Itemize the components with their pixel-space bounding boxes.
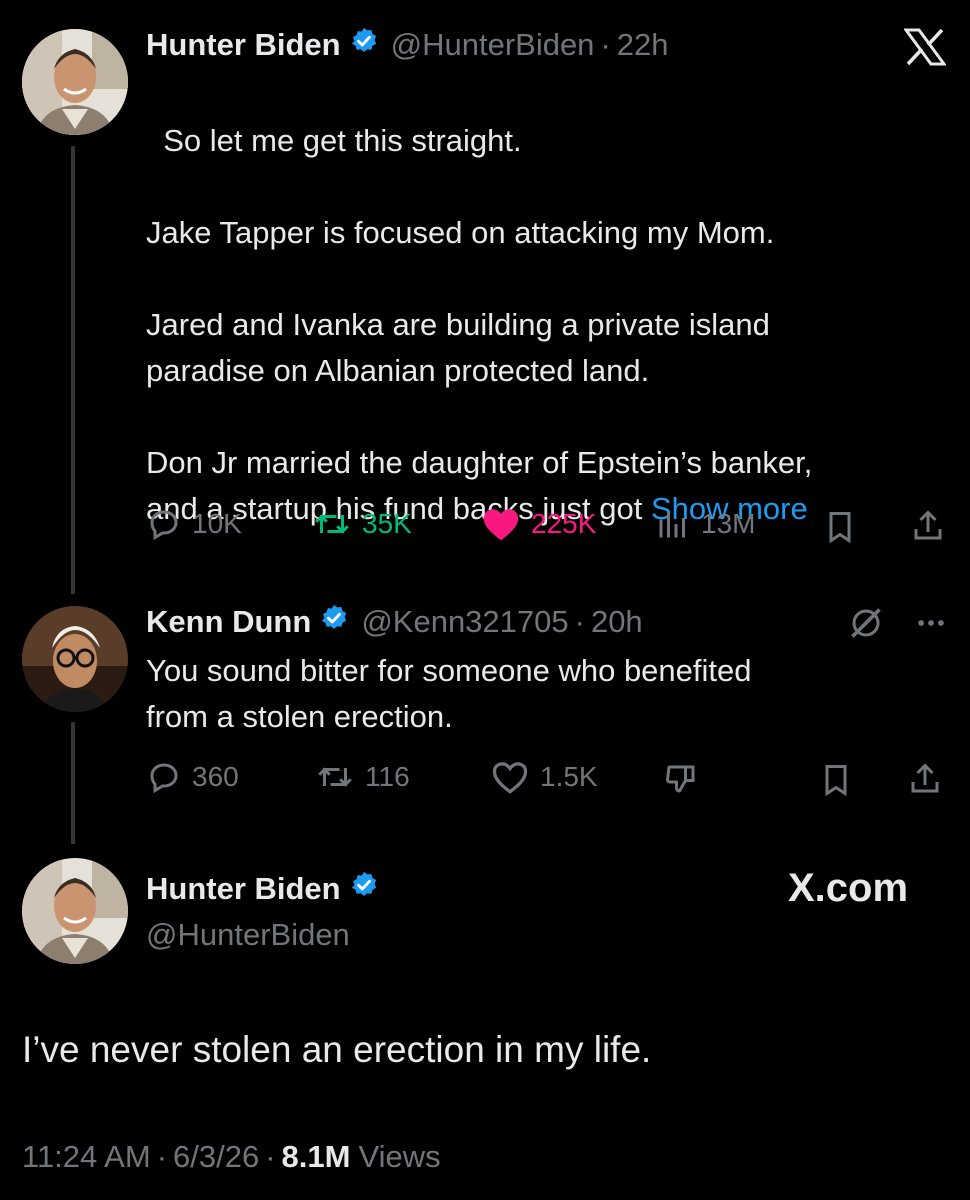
tweet2-header: Kenn Dunn @Kenn321705 · 20h xyxy=(146,601,643,643)
like-button[interactable]: 1.5K xyxy=(490,759,598,795)
repost-button[interactable]: 35K xyxy=(312,506,412,542)
repost-icon xyxy=(315,514,349,534)
tweet-time[interactable]: 22h xyxy=(617,27,669,63)
views-count[interactable]: 8.1M xyxy=(282,1139,351,1175)
separator-dot: · xyxy=(600,27,611,62)
repost-count: 116 xyxy=(365,761,410,792)
thread-line xyxy=(71,722,75,844)
reply-button[interactable]: 360 xyxy=(146,759,239,795)
like-count: 225K xyxy=(531,508,597,539)
separator-dot: · xyxy=(574,604,585,639)
author-handle[interactable]: @HunterBiden xyxy=(146,914,350,956)
x-logo-icon[interactable] xyxy=(903,28,947,71)
author-handle[interactable]: @Kenn321705 xyxy=(361,604,568,640)
bookmark-icon[interactable] xyxy=(822,509,858,550)
share-icon[interactable] xyxy=(910,507,946,550)
views-chart-icon xyxy=(659,512,685,538)
heart-icon xyxy=(483,509,519,541)
views-button[interactable]: 13M xyxy=(655,506,755,542)
like-count: 1.5K xyxy=(540,761,598,792)
tweet2-text: You sound bitter for someone who benefit… xyxy=(146,653,752,734)
heart-icon xyxy=(492,762,528,794)
avatar-hunter-biden[interactable] xyxy=(22,29,128,135)
avatar-hunter-biden[interactable] xyxy=(22,858,128,964)
separator-dot: · xyxy=(265,1139,276,1174)
verified-badge-icon xyxy=(349,26,379,64)
tweet3-name-row: Hunter Biden xyxy=(146,868,379,910)
separator-dot: · xyxy=(156,1139,168,1174)
more-icon[interactable] xyxy=(913,606,949,645)
reply-icon xyxy=(150,510,178,541)
tweet-time[interactable]: 11:24 AM xyxy=(22,1139,151,1175)
repost-count: 35K xyxy=(362,508,412,539)
like-button[interactable]: 225K xyxy=(481,506,596,542)
views-label: Views xyxy=(358,1139,441,1174)
main-tweet-text: I’ve never stolen an erection in my life… xyxy=(22,1029,652,1070)
grok-icon[interactable] xyxy=(848,605,884,646)
tweet1-body: So let me get this straight. Jake Tapper… xyxy=(146,123,813,526)
repost-icon xyxy=(318,767,352,787)
verified-badge-icon xyxy=(319,603,349,641)
author-name[interactable]: Hunter Biden xyxy=(146,27,341,63)
tweet-metadata: 11:24 AM · 6/3/26 · 8.1M Views xyxy=(22,1136,441,1178)
author-name[interactable]: Hunter Biden xyxy=(146,871,341,907)
author-handle[interactable]: @HunterBiden xyxy=(391,27,595,63)
verified-badge-icon xyxy=(349,870,379,908)
avatar-kenn-dunn[interactable] xyxy=(22,606,128,712)
reply-count: 10K xyxy=(192,508,242,539)
repost-button[interactable]: 116 xyxy=(315,759,410,795)
views-count: 13M xyxy=(701,508,756,539)
tweet1-text: So let me get this straight. Jake Tapper… xyxy=(146,72,936,532)
brand-watermark: X.com xyxy=(788,866,909,910)
author-name[interactable]: Kenn Dunn xyxy=(146,604,311,640)
reply-count: 360 xyxy=(192,761,239,792)
thread-line xyxy=(71,146,75,594)
tweet-time[interactable]: 20h xyxy=(591,604,643,640)
share-icon[interactable] xyxy=(907,760,943,803)
bookmark-icon[interactable] xyxy=(818,762,854,803)
tweet1-header: Hunter Biden @HunterBiden · 22h xyxy=(146,24,669,66)
tweet-date[interactable]: 6/3/26 xyxy=(173,1139,259,1175)
reply-button[interactable]: 10K xyxy=(146,506,242,542)
dislike-icon[interactable] xyxy=(662,761,700,802)
reply-icon xyxy=(150,763,178,794)
